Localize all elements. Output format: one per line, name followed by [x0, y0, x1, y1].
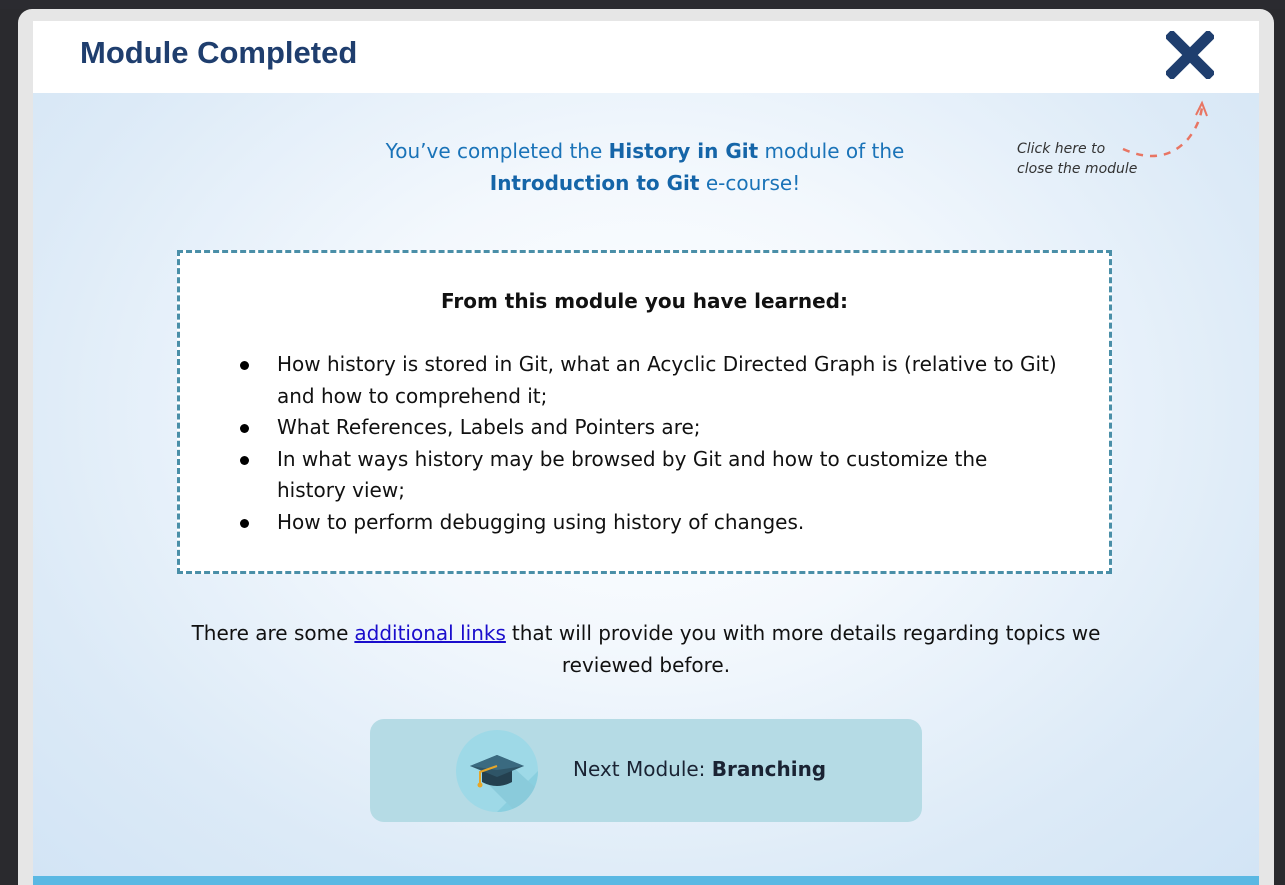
additional-links-link[interactable]: additional links [354, 621, 505, 645]
list-item: How history is stored in Git, what an Ac… [240, 349, 1057, 412]
list-item: How to perform debugging using history o… [240, 507, 1057, 539]
more-suffix: that will provide you with more details … [511, 621, 1101, 677]
list-item: In what ways history may be browsed by G… [240, 444, 1057, 507]
completion-message: You’ve completed the History in Git modu… [333, 135, 957, 199]
learned-heading: From this module you have learned: [440, 289, 848, 313]
list-item: What References, Labels and Pointers are… [240, 412, 1057, 444]
close-button[interactable] [1164, 29, 1216, 81]
browser-top-bar [0, 0, 1285, 9]
more-prefix: There are some [191, 621, 349, 645]
close-x-icon [1164, 29, 1216, 81]
intro-prefix: You’ve completed the [385, 139, 609, 163]
next-module-prefix: Next Module: [573, 757, 712, 781]
close-hint-line2: close the module [1017, 161, 1138, 177]
intro-suffix: e-course! [699, 171, 801, 195]
next-module-button[interactable]: Next Module: Branching [370, 719, 922, 822]
close-hint-line1: Click here to [1017, 141, 1106, 157]
modal-header: Module Completed [33, 21, 1259, 93]
learned-summary-box: From this module you have learned: How h… [177, 250, 1112, 574]
graduation-cap-icon [456, 730, 538, 812]
next-module-name: Branching [711, 757, 827, 781]
modal-bottom-bar [33, 876, 1259, 885]
course-name: Introduction to Git [489, 171, 700, 195]
next-module-label: Next Module: Branching [573, 757, 826, 781]
close-hint: Click here to close the module [1017, 139, 1157, 179]
module-completed-modal: Module Completed Click here to close the… [33, 21, 1259, 885]
additional-links-paragraph: There are some additional links that will … [163, 617, 1129, 681]
module-name: History in Git [608, 139, 759, 163]
modal-title: Module Completed [80, 35, 358, 70]
learned-list: How history is stored in Git, what an Ac… [240, 349, 1057, 539]
intro-middle: module of the [758, 139, 905, 163]
